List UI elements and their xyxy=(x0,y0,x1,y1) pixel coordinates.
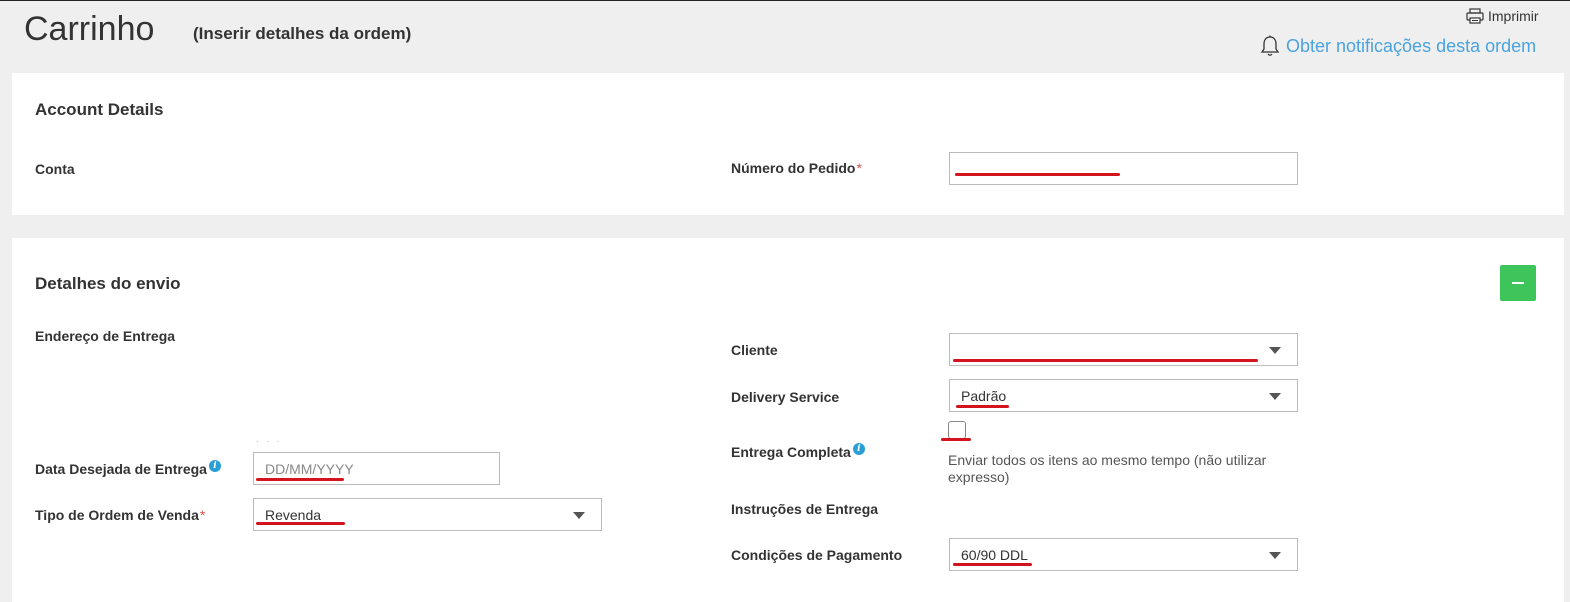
complete-delivery-help: Enviar todos os itens ao mesmo tempo (nã… xyxy=(948,452,1267,485)
delivery-instructions-label: Instruções de Entrega xyxy=(731,501,879,517)
annotation-underline xyxy=(941,438,971,441)
complete-delivery-label: Entrega Completa i xyxy=(731,443,865,460)
chevron-down-icon xyxy=(1269,347,1281,354)
delivery-service-label: Delivery Service xyxy=(731,389,840,405)
top-border xyxy=(0,0,1570,1)
bell-icon xyxy=(1260,35,1280,56)
annotation-underline xyxy=(953,359,1258,362)
chevron-down-icon xyxy=(1269,552,1281,559)
payment-terms-value: 60/90 DDL xyxy=(961,546,1028,563)
notifications-label: Obter notificações desta ordem xyxy=(1286,35,1537,56)
chevron-down-icon xyxy=(573,512,585,519)
account-details-card xyxy=(12,73,1564,215)
payment-terms-select[interactable]: 60/90 DDL xyxy=(949,538,1298,571)
chevron-down-icon xyxy=(1269,393,1281,400)
order-type-select[interactable]: Revenda xyxy=(253,498,602,531)
account-details-title: Account Details xyxy=(35,100,164,119)
page-title: Carrinho xyxy=(24,10,155,48)
collapse-section-button[interactable] xyxy=(1500,265,1536,301)
print-label: Imprimir xyxy=(1488,8,1539,24)
account-label: Conta xyxy=(35,161,75,177)
required-marker: * xyxy=(199,507,206,523)
print-link[interactable]: Imprimir xyxy=(1466,8,1539,24)
order-type-label: Tipo de Ordem de Venda * xyxy=(35,507,205,523)
desired-date-label-text: Data Desejada de Entrega xyxy=(35,461,207,477)
payment-terms-label: Condições de Pagamento xyxy=(731,547,903,563)
annotation-underline xyxy=(953,563,1032,566)
annotation-underline xyxy=(256,478,344,481)
annotation-underline xyxy=(955,173,1120,176)
delivery-service-value: Padrão xyxy=(961,387,1007,404)
annotation-underline xyxy=(256,522,345,525)
info-icon[interactable]: i xyxy=(208,460,221,472)
order-number-field[interactable] xyxy=(949,152,1298,185)
order-type-value: Revenda xyxy=(265,506,322,523)
minus-icon xyxy=(1512,282,1524,284)
order-type-label-text: Tipo de Ordem de Venda xyxy=(35,507,199,523)
complete-delivery-label-text: Entrega Completa xyxy=(731,444,851,460)
order-number-label-text: Número do Pedido xyxy=(731,160,856,176)
required-marker: * xyxy=(856,160,862,176)
address-placeholder-dots: · · · xyxy=(256,436,282,447)
desired-date-label: Data Desejada de Entrega i xyxy=(35,460,221,477)
client-label: Cliente xyxy=(731,342,778,358)
notifications-link[interactable]: Obter notificações desta ordem xyxy=(1260,35,1536,57)
printer-icon xyxy=(1466,8,1484,24)
complete-delivery-checkbox[interactable] xyxy=(948,421,966,439)
delivery-address-label: Endereço de Entrega xyxy=(35,328,176,344)
order-number-input[interactable] xyxy=(961,153,1297,184)
shipping-details-title: Detalhes do envio xyxy=(35,274,181,293)
page-subtitle: (Inserir detalhes da ordem) xyxy=(193,24,412,43)
annotation-underline xyxy=(956,405,1009,408)
info-icon[interactable]: i xyxy=(852,443,865,455)
order-number-label: Número do Pedido * xyxy=(731,160,862,176)
